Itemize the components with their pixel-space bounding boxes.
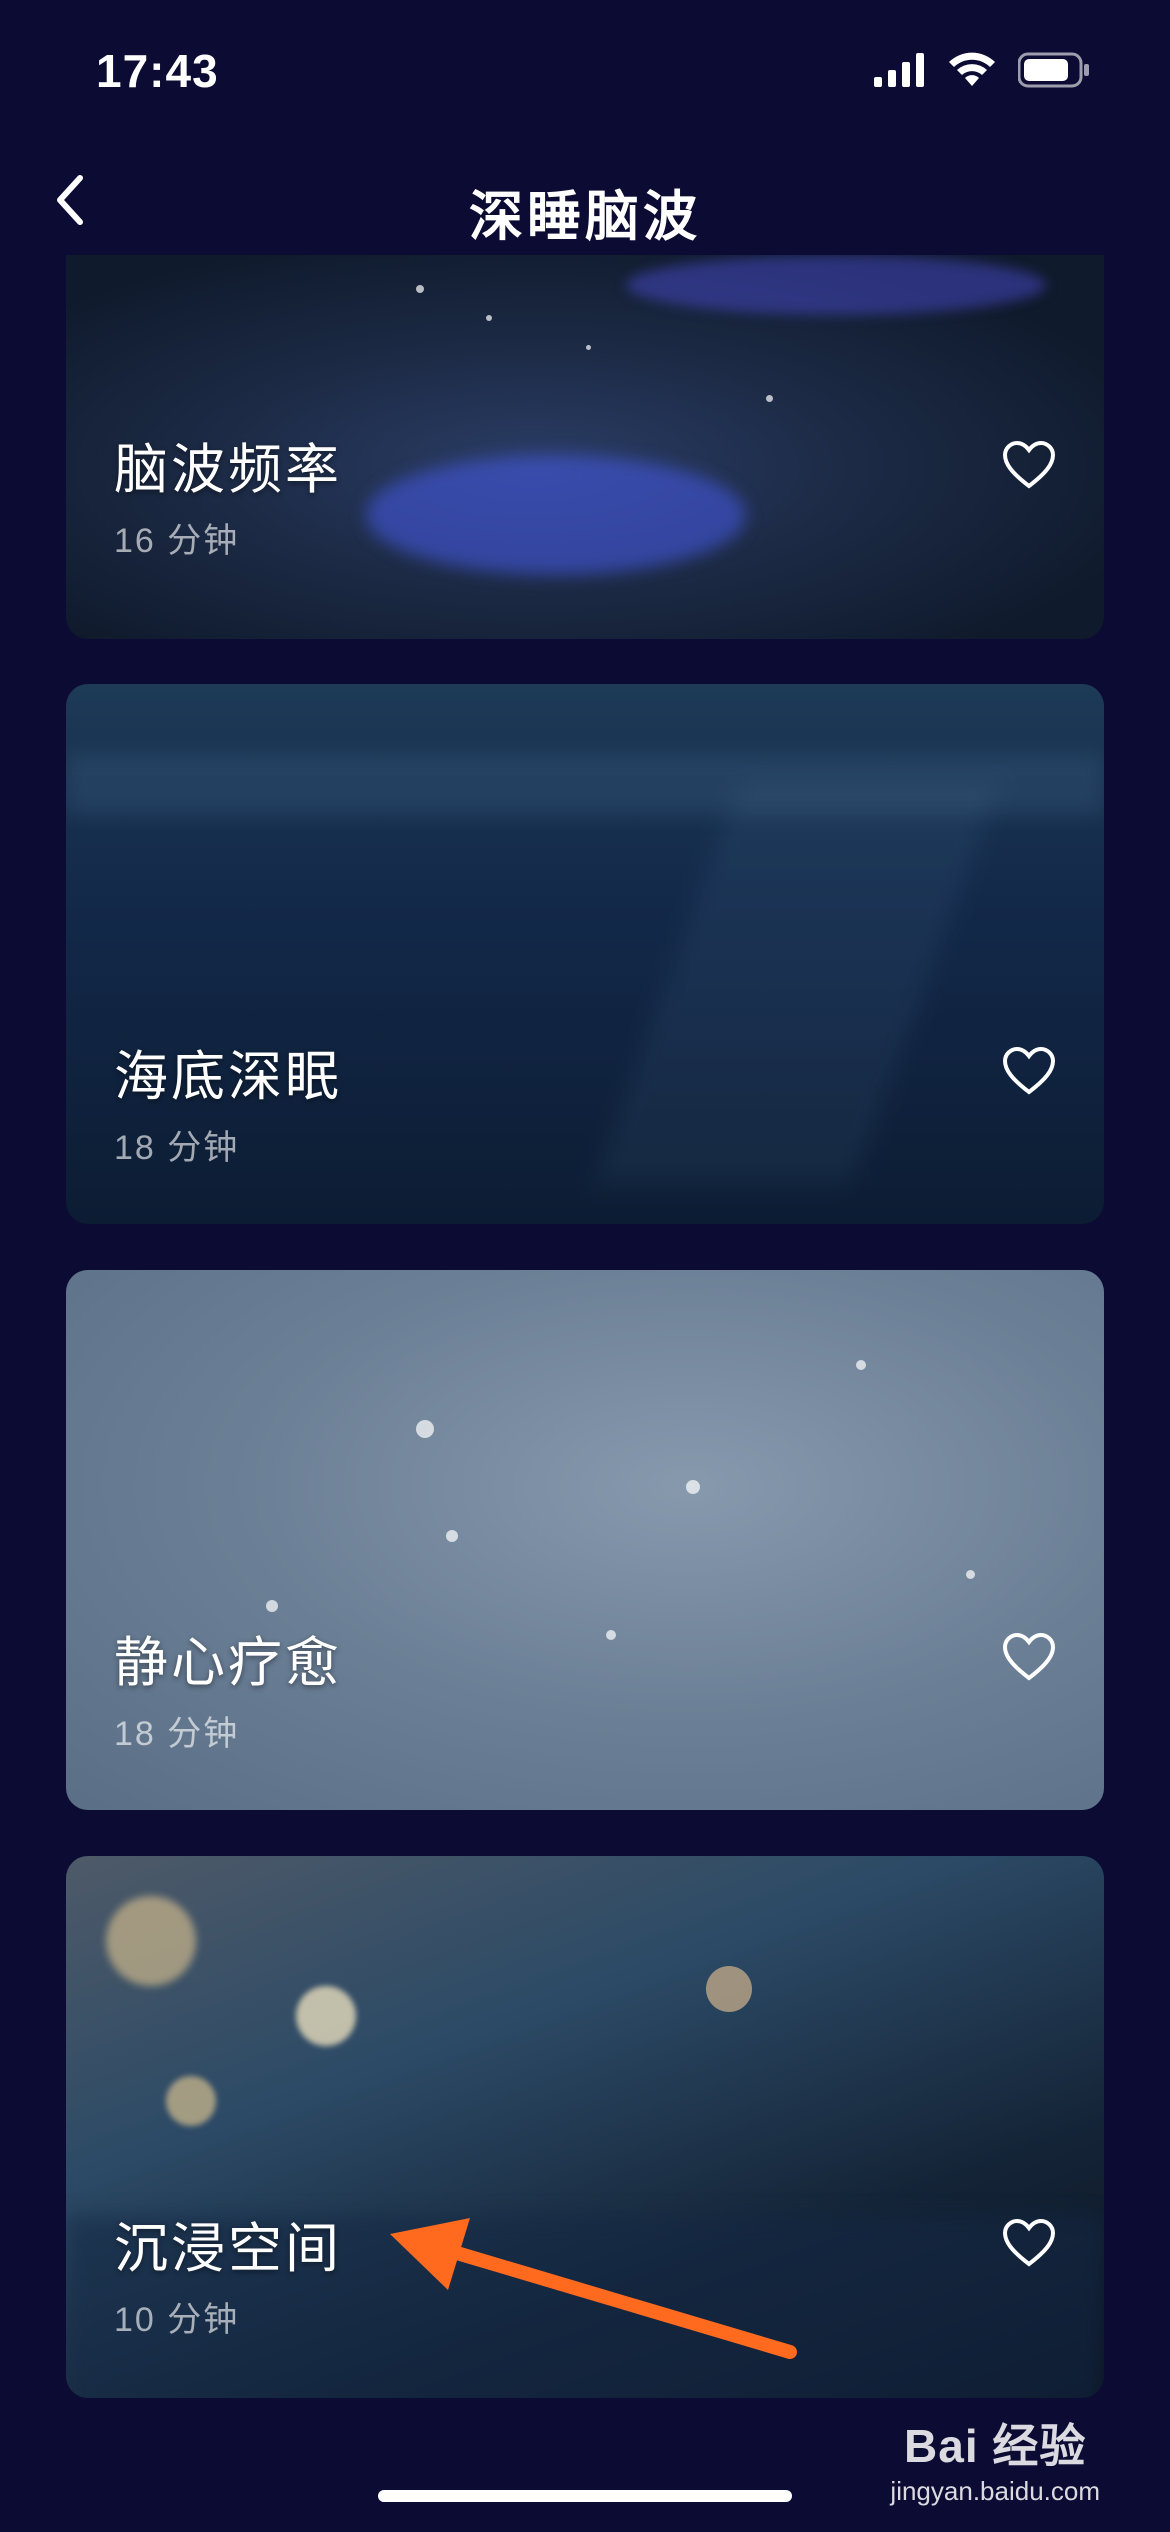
watermark-url: jingyan.baidu.com bbox=[890, 2476, 1100, 2506]
watermark: Bai 经验 jingyan.baidu.com bbox=[890, 2410, 1100, 2507]
annotation-arrow bbox=[390, 2218, 797, 2359]
home-indicator[interactable] bbox=[378, 2490, 792, 2502]
watermark-logo: Bai 经验 bbox=[904, 2420, 1087, 2472]
